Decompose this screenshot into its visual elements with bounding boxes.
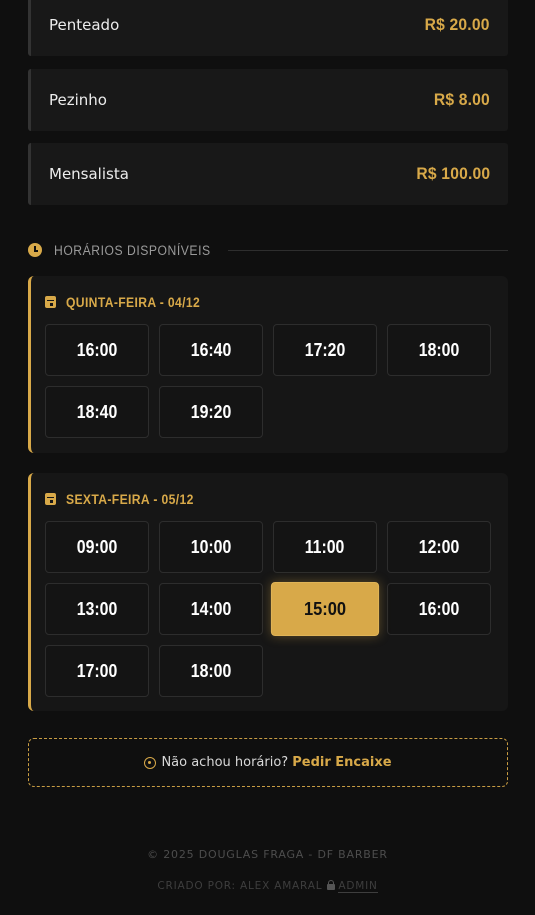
time-slot[interactable]: 14:00 [159,583,263,635]
day-label: SEXTA-FEIRA - 05/12 [66,491,194,507]
request-encaixe-button[interactable]: Não achou horário? Pedir Encaixe [28,738,508,787]
day-title: SEXTA-FEIRA - 05/12 [45,491,208,507]
service-item[interactable]: Penteado R$ 20.00 [28,0,508,56]
calendar-icon [45,493,56,505]
time-slot[interactable]: 17:20 [273,324,377,376]
time-slot[interactable]: 18:00 [387,324,491,376]
clock-icon [28,243,42,257]
calendar-icon [45,296,56,308]
day-label: QUINTA-FEIRA - 04/12 [66,294,201,310]
time-slot[interactable]: 12:00 [387,521,491,573]
time-slot-grid: 09:00 10:00 11:00 12:00 13:00 14:00 15:0… [45,521,495,697]
service-name: Mensalista [49,165,129,183]
time-slot[interactable]: 16:00 [387,583,491,635]
day-card: QUINTA-FEIRA - 04/12 16:00 16:40 17:20 1… [28,276,508,453]
lock-icon [327,880,336,890]
time-slot[interactable]: 16:00 [45,324,149,376]
time-slot[interactable]: 10:00 [159,521,263,573]
time-slot[interactable]: 13:00 [45,583,149,635]
service-item[interactable]: Pezinho R$ 8.00 [28,69,508,131]
encaixe-question: Não achou horário? [161,755,289,770]
whatsapp-icon [144,756,157,769]
service-price: R$ 20.00 [425,15,490,34]
day-card: SEXTA-FEIRA - 05/12 09:00 10:00 11:00 12… [28,473,508,711]
time-slot[interactable]: 18:40 [45,386,149,438]
time-slot-selected[interactable]: 15:00 [270,581,380,637]
time-slot[interactable]: 11:00 [273,521,377,573]
divider [228,249,508,251]
time-slot[interactable]: 17:00 [45,645,149,697]
schedule-header: HORÁRIOS DISPONÍVEIS [28,240,508,260]
service-item[interactable]: Mensalista R$ 100.00 [28,143,508,205]
page: Penteado R$ 20.00 Pezinho R$ 8.00 Mensal… [0,0,535,915]
time-slot[interactable]: 16:40 [159,324,263,376]
credit-text: CRIADO POR: ALEX AMARAL [157,880,323,892]
time-slot-grid: 16:00 16:40 17:20 18:00 18:40 19:20 [45,324,495,438]
service-name: Pezinho [49,91,107,109]
time-slot[interactable]: 19:20 [159,386,263,438]
admin-link[interactable]: ADMIN [338,880,378,893]
time-slot[interactable]: 18:00 [159,645,263,697]
footer-credit: CRIADO POR: ALEX AMARAL ADMIN [0,880,535,893]
time-slot[interactable]: 09:00 [45,521,149,573]
day-title: QUINTA-FEIRA - 04/12 [45,294,215,310]
schedule-title: HORÁRIOS DISPONÍVEIS [54,242,211,258]
service-price: R$ 100.00 [416,164,490,183]
service-name: Penteado [49,16,120,34]
service-price: R$ 8.00 [433,90,490,109]
footer-copyright: © 2025 DOUGLAS FRAGA - DF BARBER [147,848,388,861]
encaixe-action: Pedir Encaixe [292,755,392,770]
